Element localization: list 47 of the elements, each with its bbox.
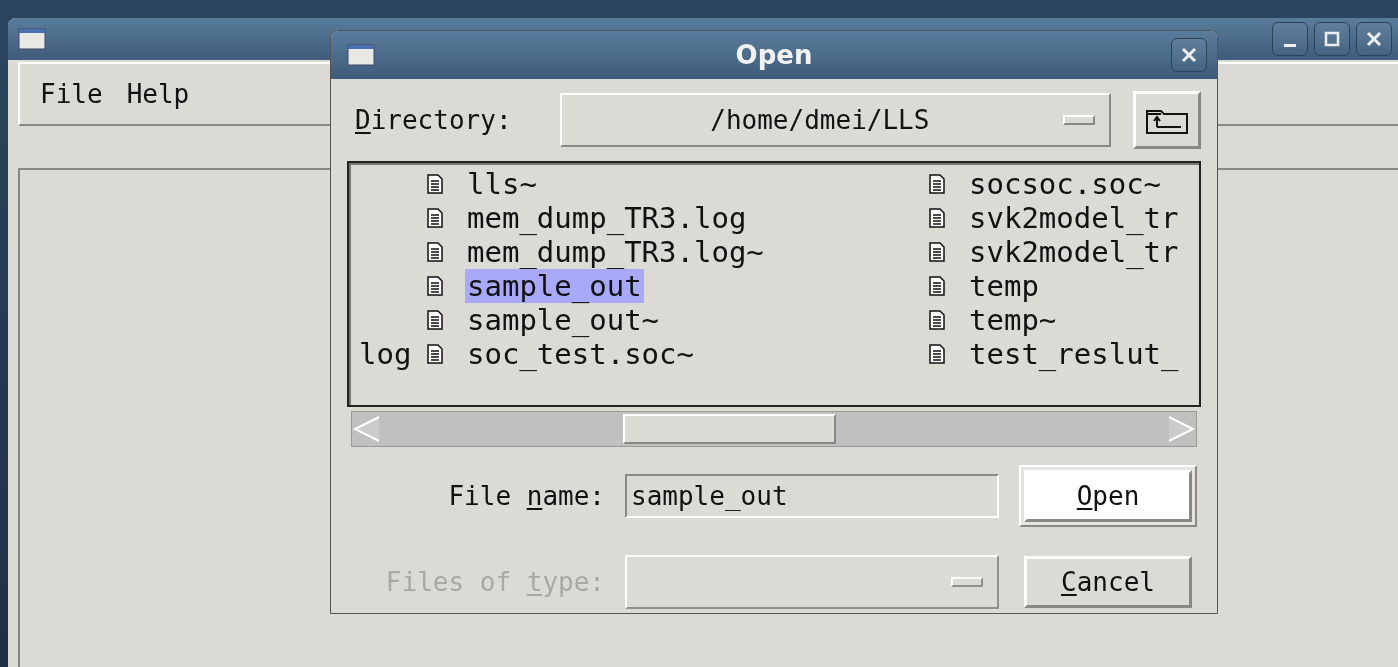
scroll-thumb[interactable] bbox=[623, 414, 836, 444]
minimize-button[interactable] bbox=[1272, 22, 1308, 56]
file-entry[interactable]: test_reslut_ bbox=[967, 337, 1181, 371]
file-entry[interactable]: svk2model_tr bbox=[967, 201, 1181, 235]
file-entry[interactable]: soc_test.soc~ bbox=[465, 337, 696, 371]
file-icon bbox=[929, 174, 945, 194]
maximize-button[interactable] bbox=[1314, 22, 1350, 56]
open-button[interactable]: Open bbox=[1024, 470, 1192, 522]
close-icon bbox=[1364, 29, 1384, 49]
cancel-button[interactable]: Cancel bbox=[1024, 556, 1192, 608]
close-icon bbox=[1179, 45, 1199, 65]
menu-item[interactable]: File bbox=[40, 79, 103, 109]
horizontal-scrollbar[interactable] bbox=[351, 411, 1197, 447]
window-icon bbox=[347, 44, 375, 66]
file-entry[interactable]: mem_dump_TR3.log bbox=[465, 201, 749, 235]
file-icon bbox=[929, 242, 945, 262]
directory-label: Directory: bbox=[354, 105, 513, 135]
file-name-label: File name: bbox=[447, 481, 605, 511]
window-icon bbox=[18, 28, 46, 50]
file-entry[interactable]: sample_out bbox=[465, 269, 644, 303]
close-button[interactable] bbox=[1356, 22, 1392, 56]
maximize-icon bbox=[1322, 29, 1342, 49]
file-entry[interactable]: temp~ bbox=[967, 303, 1059, 337]
file-icon bbox=[427, 344, 443, 364]
file-icon bbox=[929, 344, 945, 364]
menu-item[interactable]: Help bbox=[126, 79, 190, 109]
file-entry[interactable]: sample_out~ bbox=[465, 303, 662, 337]
file-icon bbox=[427, 242, 443, 262]
file-icon bbox=[427, 208, 443, 228]
file-entry[interactable]: mem_dump_TR3.log~ bbox=[465, 235, 766, 269]
close-button[interactable] bbox=[1171, 38, 1207, 72]
file-entry[interactable]: temp bbox=[967, 269, 1041, 303]
file-entry[interactable]: socsoc.soc~ bbox=[967, 167, 1164, 201]
file-icon bbox=[427, 310, 443, 330]
file-icon bbox=[427, 174, 443, 194]
directory-dropdown[interactable]: /home/dmei/LLS bbox=[560, 93, 1112, 147]
up-folder-button[interactable] bbox=[1133, 91, 1201, 149]
file-entry[interactable]: svk2model_tr bbox=[967, 235, 1181, 269]
dialog-title: Open bbox=[735, 40, 813, 70]
file-icon bbox=[929, 276, 945, 296]
file-entry[interactable]: lls~ bbox=[465, 167, 539, 201]
file-name: log bbox=[359, 337, 412, 371]
file-icon bbox=[929, 208, 945, 228]
file-icon bbox=[427, 276, 443, 296]
file-icon bbox=[929, 310, 945, 330]
file-name-field[interactable]: sample_out bbox=[625, 474, 999, 518]
minimize-icon bbox=[1284, 43, 1296, 47]
